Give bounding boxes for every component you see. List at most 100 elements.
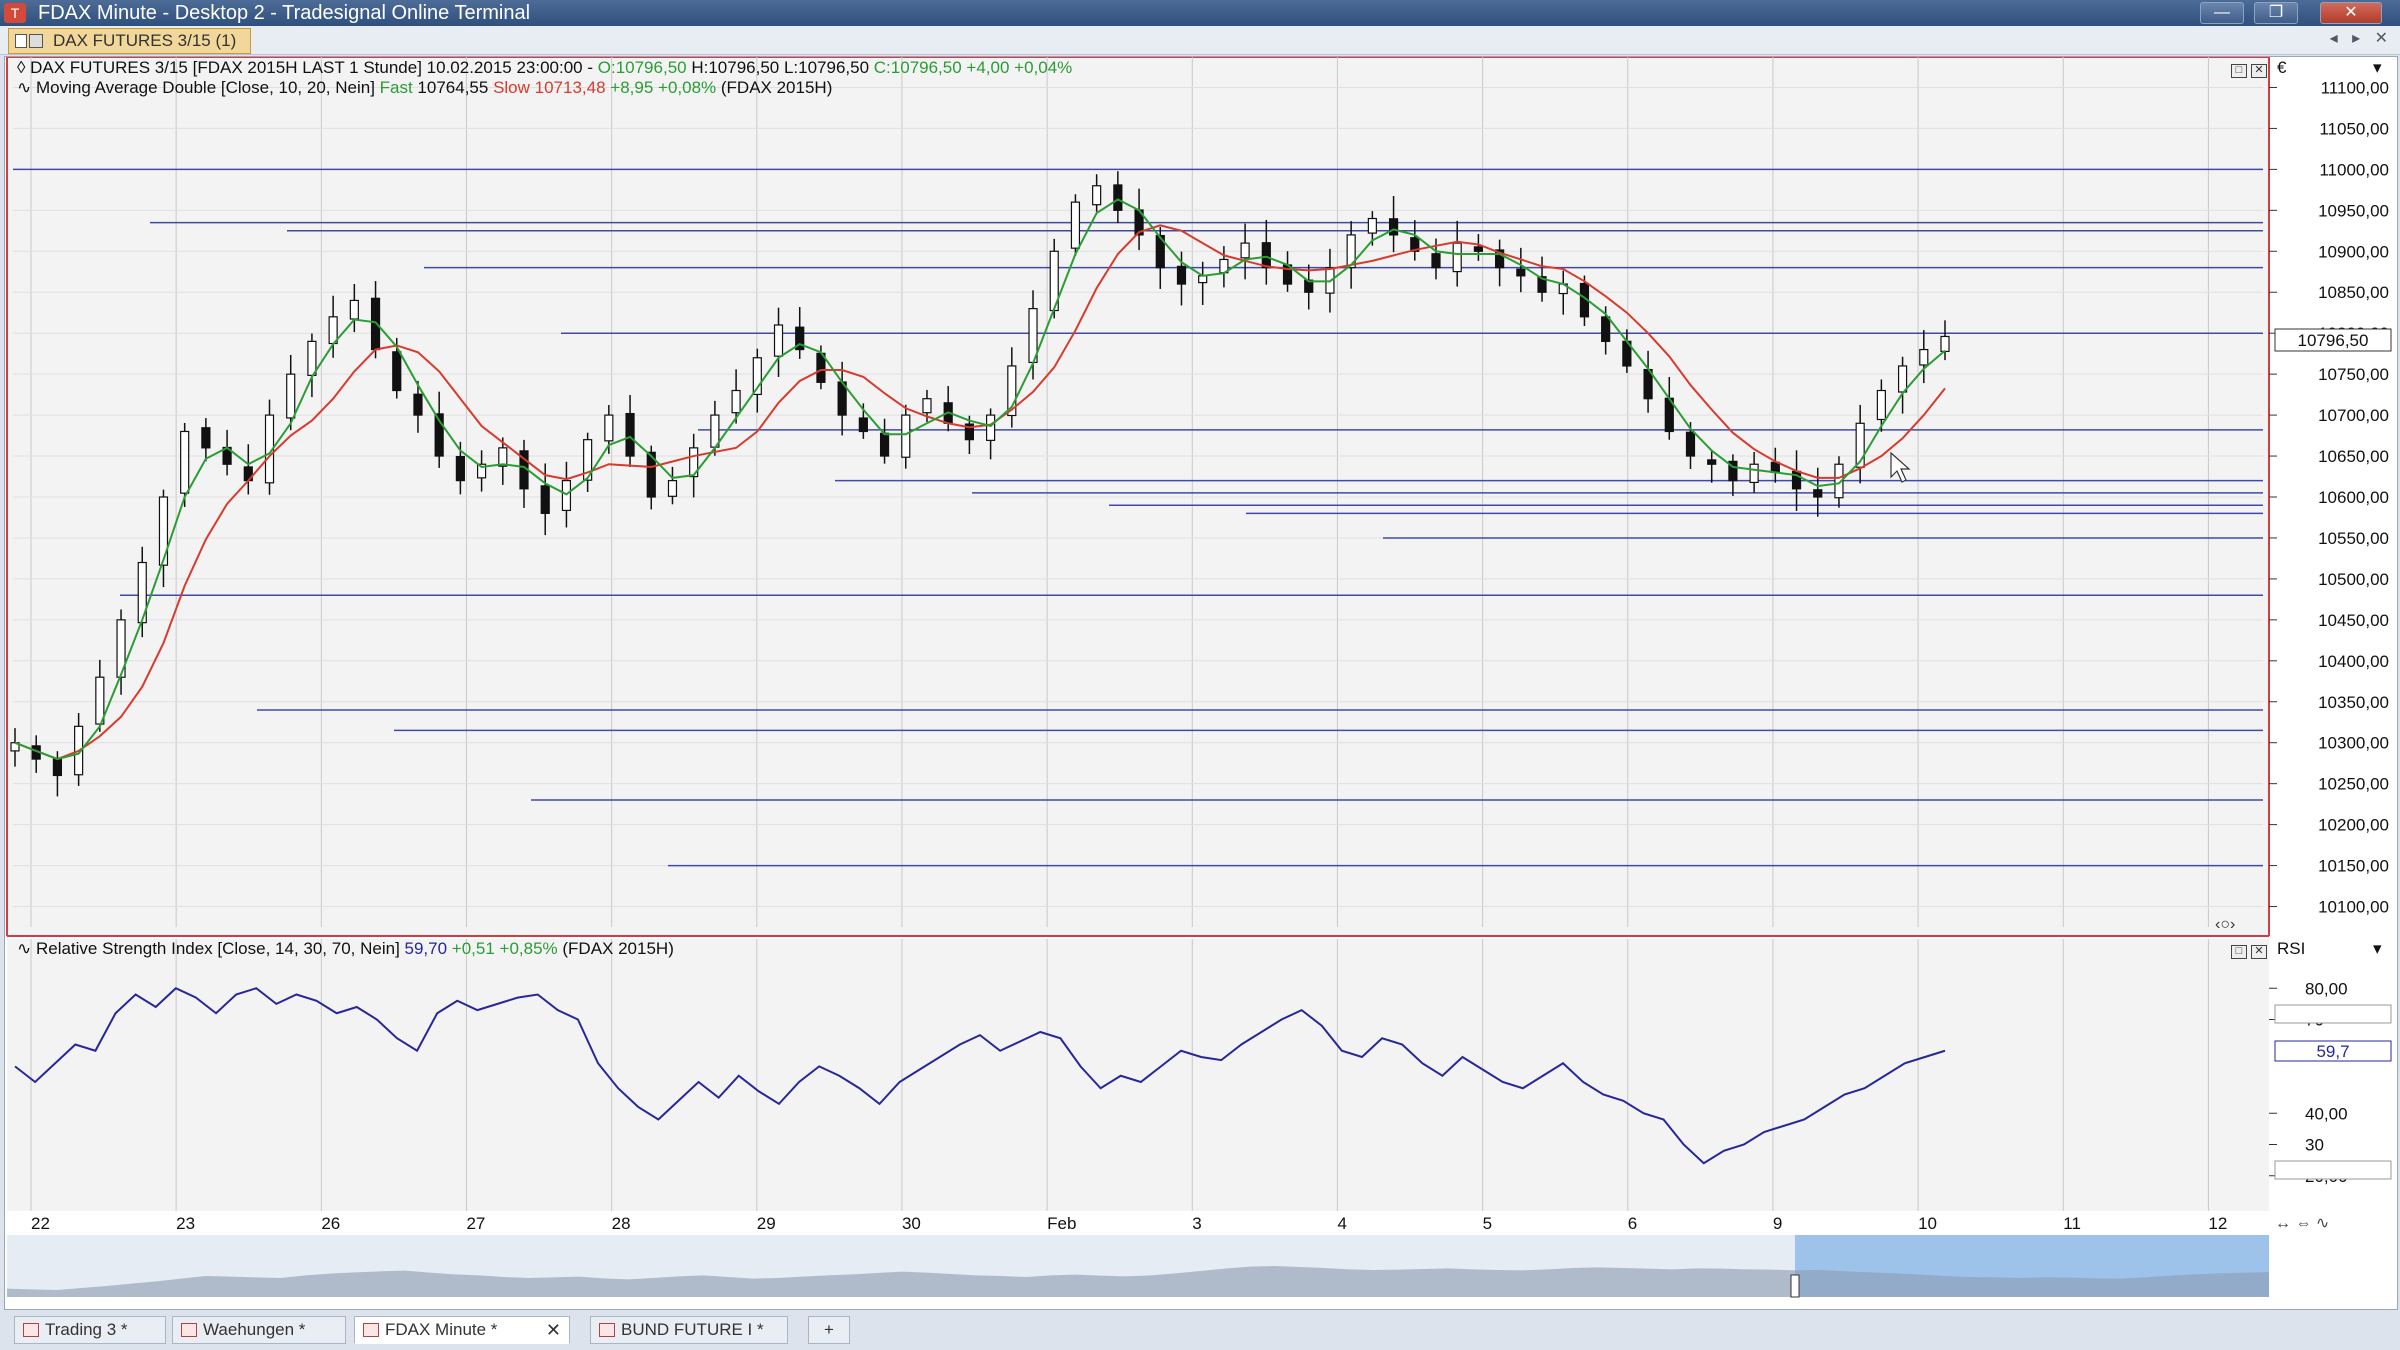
candle-body xyxy=(1452,242,1462,273)
candle-body xyxy=(1092,185,1102,206)
document-tab-label: DAX FUTURES 3/15 (1) xyxy=(53,31,237,50)
chart-window: 22 23 26 27 28 29 30 Feb 3 4 5 6 9 10 11 12 11100,00 110… xyxy=(4,56,2398,1310)
chart-icon xyxy=(29,34,43,48)
price-y-tick-label: 10850,00 xyxy=(2318,283,2389,302)
tab-left-icon[interactable]: ◂ xyxy=(2330,30,2338,47)
x-tick-label: 30 xyxy=(902,1214,921,1233)
candle-body xyxy=(1070,201,1081,249)
document-tab[interactable]: DAX FUTURES 3/15 (1) xyxy=(8,28,252,54)
rsi-wave-icon: ∿ xyxy=(17,939,36,958)
window-title: FDAX Minute - Desktop 2 - Tradesignal On… xyxy=(38,2,531,24)
x-tick-label: 12 xyxy=(2208,1214,2227,1233)
app-icon: T xyxy=(4,3,26,23)
tab-bund-future[interactable]: BUND FUTURE I * xyxy=(590,1316,788,1344)
rsi-axis-menu-icon[interactable]: ▾ xyxy=(2373,939,2382,959)
candle-body xyxy=(1707,459,1717,465)
candle-body xyxy=(180,430,190,494)
price-axis-header: € xyxy=(2277,58,2287,77)
tab-waehungen[interactable]: Waehungen * xyxy=(172,1316,346,1344)
candle-body xyxy=(731,389,741,414)
ma-slow-change: +8,95 +0,08% xyxy=(610,78,717,97)
candle-body xyxy=(201,427,211,449)
candle-body xyxy=(1919,348,1929,366)
candle-body xyxy=(1240,242,1250,259)
x-tick-label: 29 xyxy=(757,1214,776,1233)
rsi-close-icon[interactable]: ✕ xyxy=(2251,945,2267,959)
tab-label: Trading 3 * xyxy=(45,1320,128,1339)
price-pane-buttons: □ ✕ xyxy=(2227,60,2267,78)
rsi-name: Relative Strength Index [Close, 14, 30, … xyxy=(35,939,405,958)
candle-body xyxy=(1198,275,1208,284)
tab-trading-3[interactable]: Trading 3 * xyxy=(14,1316,166,1344)
add-tab-button[interactable]: + xyxy=(808,1316,850,1344)
close-button[interactable]: ✕ xyxy=(2320,2,2382,24)
rsi-pane-buttons: □ ✕ xyxy=(2227,941,2267,959)
rsi-y-tick-label: 40,00 xyxy=(2305,1104,2348,1123)
add-tab-icon: + xyxy=(824,1320,834,1339)
x-tick-label: 6 xyxy=(1628,1214,1637,1233)
pane-close-icon[interactable]: ✕ xyxy=(2251,64,2267,78)
x-tick-label: 23 xyxy=(176,1214,195,1233)
candle-body xyxy=(1897,365,1908,393)
maximize-button[interactable]: ❐ xyxy=(2254,2,2298,24)
tab-icon xyxy=(363,1323,379,1337)
ma-header: ∿ Moving Average Double [Close, 10, 20, … xyxy=(17,78,832,98)
tab-right-icon[interactable]: ▸ xyxy=(2352,30,2360,47)
candle-body xyxy=(1516,268,1526,277)
header-close: C:10796,50 +4,00 +0,04% xyxy=(873,58,1073,77)
ma-slow-value: 10713,48 xyxy=(529,78,611,97)
candle-body xyxy=(349,299,359,320)
price-y-tick-label: 10900,00 xyxy=(2318,242,2389,261)
pin-icon xyxy=(15,34,27,48)
tab-close-icon[interactable]: ✕ xyxy=(546,1317,561,1343)
tab-close-icon[interactable]: ✕ xyxy=(2375,30,2388,47)
document-tab-strip: DAX FUTURES 3/15 (1) ◂ ▸ ✕ xyxy=(0,26,2400,55)
candle-body xyxy=(986,414,996,441)
rsi-current-label: 59,7 xyxy=(2316,1042,2349,1061)
price-axis-menu-icon[interactable]: ▾ xyxy=(2373,58,2382,78)
x-tick-label: 4 xyxy=(1337,1214,1346,1233)
candle-body xyxy=(858,417,868,433)
candle-body xyxy=(1473,246,1484,252)
candle-body xyxy=(413,393,423,416)
candle-body xyxy=(370,297,381,351)
price-y-tick-label: 10100,00 xyxy=(2318,898,2389,917)
tab-icon xyxy=(599,1323,615,1337)
price-y-tick-label: 10700,00 xyxy=(2318,406,2389,425)
candle-body xyxy=(1749,463,1759,484)
window-titlebar: T FDAX Minute - Desktop 2 - Tradesignal … xyxy=(0,0,2400,26)
price-y-tick-label: 11100,00 xyxy=(2321,78,2389,97)
header-open: O:10796,50 xyxy=(597,58,687,77)
price-y-tick-label: 10950,00 xyxy=(2318,201,2389,220)
price-pane-bg xyxy=(7,57,2269,935)
tab-label: FDAX Minute * xyxy=(385,1320,498,1339)
rsi-level-30-box xyxy=(2274,1160,2392,1180)
price-y-tick-label: 10150,00 xyxy=(2318,857,2389,876)
workspace-tab-bar: Trading 3 * Waehungen * FDAX Minute * ✕ B… xyxy=(0,1310,2400,1350)
ma-fast-label: Fast xyxy=(379,78,413,97)
tab-fdax-minute[interactable]: FDAX Minute * ✕ xyxy=(354,1316,570,1344)
tab-label: BUND FUTURE I * xyxy=(621,1320,764,1339)
price-y-tick-label: 10500,00 xyxy=(2318,570,2389,589)
x-tick-label: 5 xyxy=(1483,1214,1492,1233)
rsi-y-tick-label: 80,00 xyxy=(2305,979,2348,998)
price-y-tick-label: 10400,00 xyxy=(2318,652,2389,671)
rsi-maximize-icon[interactable]: □ xyxy=(2231,945,2247,959)
price-y-tick-label: 11000,00 xyxy=(2319,160,2389,179)
price-y-tick-label: 10200,00 xyxy=(2318,816,2389,835)
minimize-button[interactable]: — xyxy=(2200,2,2244,24)
x-tick-label: 22 xyxy=(31,1214,50,1233)
ma-name: Moving Average Double [Close, 10, 20, Ne… xyxy=(35,78,380,97)
candle-body xyxy=(1367,217,1377,234)
header-symbol-icon: ◊ xyxy=(17,58,31,77)
pane-maximize-icon[interactable]: □ xyxy=(2231,64,2247,78)
candle-body xyxy=(1431,253,1441,269)
overview-handle[interactable] xyxy=(1790,1274,1800,1298)
tab-navigation: ◂ ▸ ✕ xyxy=(2320,28,2388,48)
candle-body xyxy=(773,324,784,357)
chart-canvas[interactable]: 22 23 26 27 28 29 30 Feb 3 4 5 6 9 10 11 12 11100,00 110… xyxy=(5,57,2397,1309)
price-y-tick-label: 10250,00 xyxy=(2318,775,2389,794)
price-y-tick-label: 10350,00 xyxy=(2318,693,2389,712)
price-y-tick-label: 10450,00 xyxy=(2318,611,2389,630)
candle-body xyxy=(1940,335,1950,353)
